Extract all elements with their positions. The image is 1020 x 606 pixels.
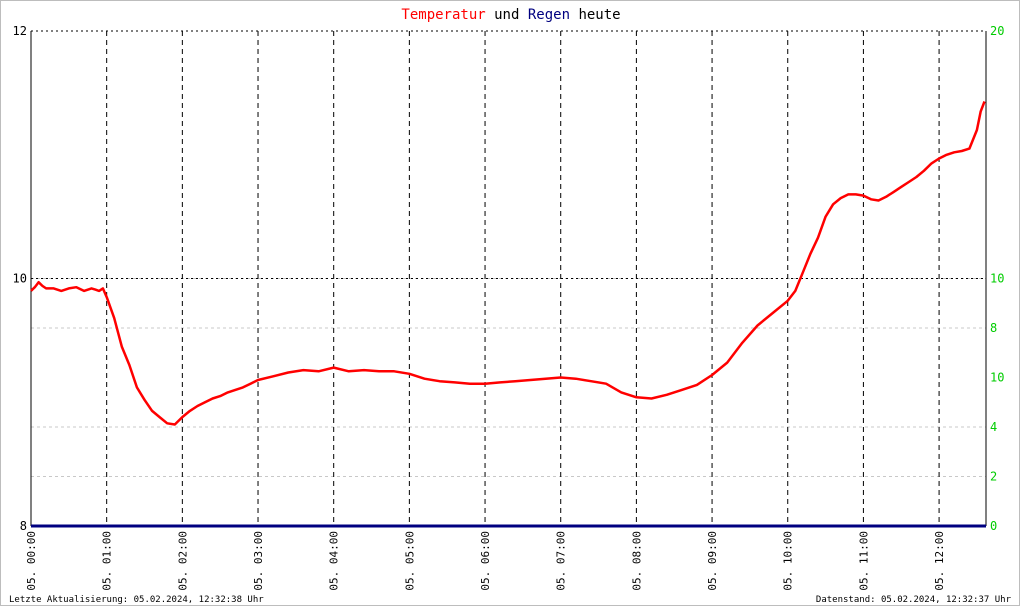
- x-tick-label: 05. 12:00: [933, 531, 946, 591]
- right-tick-label: 2: [990, 470, 997, 484]
- x-tick-label: 05. 02:00: [176, 531, 189, 591]
- left-tick-label: 8: [20, 519, 27, 533]
- right-tick-label: 4: [990, 420, 997, 434]
- title-und: und: [486, 7, 528, 23]
- title-heute: heute: [570, 7, 621, 23]
- right-tick-label: 10: [990, 272, 1004, 286]
- x-tick-label: 05. 07:00: [555, 531, 568, 591]
- right-tick-label: 10: [990, 371, 1004, 385]
- x-tick-label: 05. 01:00: [101, 531, 114, 591]
- x-tick-label: 05. 08:00: [630, 531, 643, 591]
- x-tick-label: 05. 03:00: [252, 531, 265, 591]
- x-tick-label: 05. 11:00: [857, 531, 870, 591]
- data-status-text: Datenstand: 05.02.2024, 12:32:37 Uhr: [815, 595, 1011, 605]
- tick-labels: 8 10 12 0 2 4 10 8 10 20 05. 00:00 05. 01:00 05. 02:…: [13, 24, 1005, 591]
- last-update-text: Letzte Aktualisierung: 05.02.2024, 12:32…: [9, 595, 264, 605]
- chart-frame: Temperatur und Regen heute 8 10 12 0 2 4 10 8 10…: [0, 0, 1020, 606]
- title-temperatur: Temperatur: [401, 7, 485, 23]
- series-layer: [30, 101, 986, 528]
- chart: Temperatur und Regen heute 8 10 12 0 2 4 10 8 10…: [13, 7, 1005, 591]
- title-regen: Regen: [528, 7, 570, 23]
- right-tick-label: 8: [990, 321, 997, 335]
- right-tick-label: 0: [990, 519, 997, 533]
- left-tick-label: 10: [13, 272, 27, 286]
- x-tick-label: 05. 09:00: [706, 531, 719, 591]
- x-tick-label: 05. 00:00: [25, 531, 38, 591]
- temperature-line: [30, 101, 986, 426]
- right-tick-label: 20: [990, 24, 1004, 38]
- x-tick-label: 05. 10:00: [782, 531, 795, 591]
- x-tick-label: 05. 04:00: [328, 531, 341, 591]
- chart-title: Temperatur und Regen heute: [401, 7, 620, 23]
- grid: [31, 30, 986, 526]
- x-tick-label: 05. 06:00: [479, 531, 492, 591]
- left-tick-label: 12: [13, 24, 27, 38]
- x-tick-label: 05. 05:00: [403, 531, 416, 591]
